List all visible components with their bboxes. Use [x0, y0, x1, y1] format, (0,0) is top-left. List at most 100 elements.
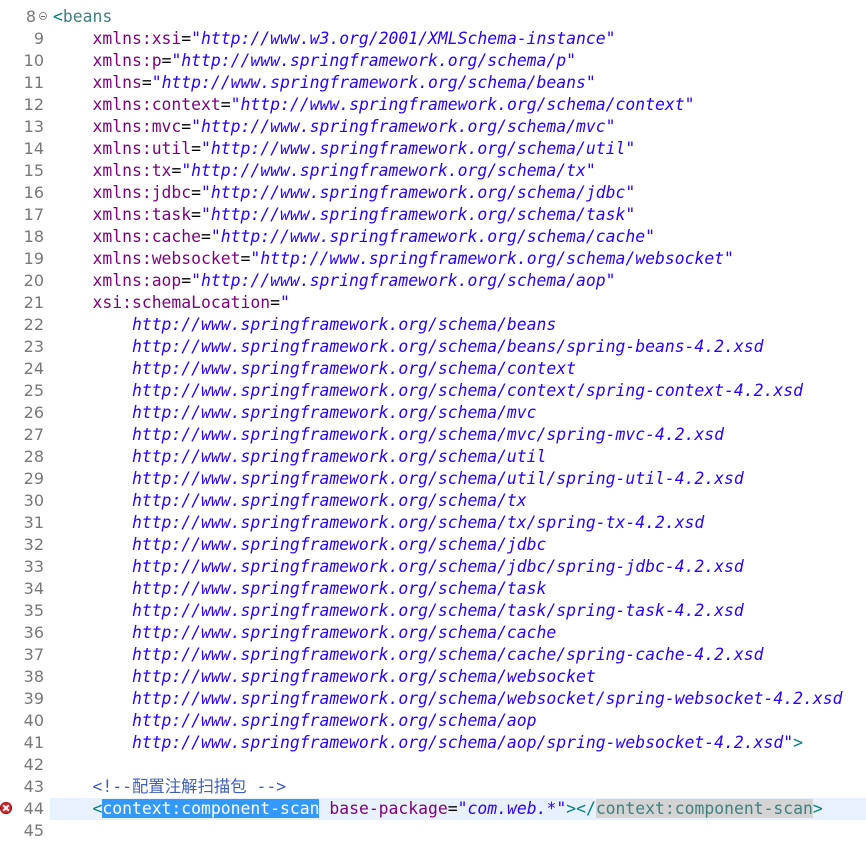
token-tag: beans: [62, 7, 113, 26]
token-value: http://www.springframework.org/schema/be…: [131, 337, 764, 356]
code-text[interactable]: http://www.springframework.org/schema/jd…: [53, 556, 744, 578]
code-text[interactable]: xmlns:p="http://www.springframework.org/…: [53, 50, 576, 72]
token-value: http://www.springframework.org/schema/ta…: [131, 579, 547, 598]
code-text[interactable]: http://www.springframework.org/schema/be…: [53, 314, 556, 336]
code-text[interactable]: xmlns:util="http://www.springframework.o…: [53, 138, 635, 160]
code-text[interactable]: http://www.springframework.org/schema/ca…: [53, 622, 556, 644]
code-text[interactable]: http://www.springframework.org/schema/co…: [53, 380, 803, 402]
code-line-21[interactable]: 21 xsi:schemaLocation=": [0, 292, 866, 314]
code-line-32[interactable]: 32 http://www.springframework.org/schema…: [0, 534, 866, 556]
fold-collapse-icon[interactable]: [39, 12, 47, 20]
code-line-9[interactable]: 9 xmlns:xsi="http://www.w3.org/2001/XMLS…: [0, 28, 866, 50]
code-line-17[interactable]: 17 xmlns:task="http://www.springframewor…: [0, 204, 866, 226]
error-icon[interactable]: [0, 802, 12, 814]
code-line-16[interactable]: 16 xmlns:jdbc="http://www.springframewor…: [0, 182, 866, 204]
token-attr: xmlns:aop: [92, 271, 182, 290]
code-text[interactable]: <!--配置注解扫描包 -->: [53, 776, 286, 798]
line-number: 39: [23, 689, 44, 708]
code-text[interactable]: xmlns:jdbc="http://www.springframework.o…: [53, 182, 635, 204]
code-text[interactable]: xmlns:tx="http://www.springframework.org…: [53, 160, 595, 182]
line-number: 26: [23, 403, 44, 422]
code-line-18[interactable]: 18 xmlns:cache="http://www.springframewo…: [0, 226, 866, 248]
code-line-28[interactable]: 28 http://www.springframework.org/schema…: [0, 446, 866, 468]
code-line-14[interactable]: 14 xmlns:util="http://www.springframewor…: [0, 138, 866, 160]
code-line-29[interactable]: 29 http://www.springframework.org/schema…: [0, 468, 866, 490]
code-text[interactable]: xmlns:mvc="http://www.springframework.or…: [53, 116, 615, 138]
code-text[interactable]: http://www.springframework.org/schema/mv…: [53, 402, 537, 424]
code-line-22[interactable]: 22 http://www.springframework.org/schema…: [0, 314, 866, 336]
code-text[interactable]: http://www.springframework.org/schema/we…: [53, 666, 596, 688]
line-number: 33: [23, 557, 44, 576]
code-text[interactable]: http://www.springframework.org/schema/tx…: [53, 512, 704, 534]
code-line-24[interactable]: 24 http://www.springframework.org/schema…: [0, 358, 866, 380]
code-line-44[interactable]: 44 <context:component-scan base-package=…: [0, 798, 866, 820]
line-number: 24: [23, 359, 44, 378]
code-text[interactable]: xmlns:cache="http://www.springframework.…: [53, 226, 655, 248]
code-line-38[interactable]: 38 http://www.springframework.org/schema…: [0, 666, 866, 688]
code-text[interactable]: http://www.springframework.org/schema/tx: [53, 490, 527, 512]
code-text[interactable]: http://www.springframework.org/schema/ut…: [53, 446, 546, 468]
line-number: 23: [23, 337, 44, 356]
code-text[interactable]: xmlns="http://www.springframework.org/sc…: [53, 72, 595, 94]
xml-code-editor[interactable]: 8 <beans 9 xmlns:xsi="http://www.w3.org/20…: [0, 0, 866, 840]
code-line-15[interactable]: 15 xmlns:tx="http://www.springframework.…: [0, 160, 866, 182]
code-text[interactable]: xmlns:xsi="http://www.w3.org/2001/XMLSch…: [53, 28, 615, 50]
code-line-39[interactable]: 39 http://www.springframework.org/schema…: [0, 688, 866, 710]
code-text[interactable]: http://www.springframework.org/schema/we…: [53, 688, 843, 710]
code-text[interactable]: <context:component-scan base-package="co…: [53, 798, 823, 820]
code-text[interactable]: http://www.springframework.org/schema/ta…: [53, 600, 744, 622]
token-value: ": [279, 293, 290, 312]
code-line-45[interactable]: 45: [0, 820, 866, 842]
code-line-35[interactable]: 35 http://www.springframework.org/schema…: [0, 600, 866, 622]
code-text[interactable]: http://www.springframework.org/schema/ca…: [53, 644, 764, 666]
line-number: 43: [23, 777, 44, 796]
code-text[interactable]: <beans: [53, 6, 112, 28]
code-line-37[interactable]: 37 http://www.springframework.org/schema…: [0, 644, 866, 666]
code-line-10[interactable]: 10 xmlns:p="http://www.springframework.o…: [0, 50, 866, 72]
code-line-33[interactable]: 33 http://www.springframework.org/schema…: [0, 556, 866, 578]
code-line-40[interactable]: 40 http://www.springframework.org/schema…: [0, 710, 866, 732]
code-line-12[interactable]: 12 xmlns:context="http://www.springframe…: [0, 94, 866, 116]
code-line-34[interactable]: 34 http://www.springframework.org/schema…: [0, 578, 866, 600]
code-line-8[interactable]: 8 <beans: [0, 6, 866, 28]
code-line-19[interactable]: 19 xmlns:websocket="http://www.springfra…: [0, 248, 866, 270]
code-text[interactable]: xmlns:context="http://www.springframewor…: [53, 94, 694, 116]
line-number: 37: [23, 645, 44, 664]
code-line-43[interactable]: 43 <!--配置注解扫描包 -->: [0, 776, 866, 798]
code-line-11[interactable]: 11 xmlns="http://www.springframework.org…: [0, 72, 866, 94]
code-text[interactable]: http://www.springframework.org/schema/be…: [53, 336, 764, 358]
code-line-27[interactable]: 27 http://www.springframework.org/schema…: [0, 424, 866, 446]
code-text[interactable]: http://www.springframework.org/schema/ao…: [53, 732, 803, 754]
code-text[interactable]: http://www.springframework.org/schema/jd…: [53, 534, 546, 556]
code-line-13[interactable]: 13 xmlns:mvc="http://www.springframework…: [0, 116, 866, 138]
code-text[interactable]: http://www.springframework.org/schema/ta…: [53, 578, 546, 600]
code-text[interactable]: http://www.springframework.org/schema/ao…: [53, 710, 537, 732]
code-line-25[interactable]: 25 http://www.springframework.org/schema…: [0, 380, 866, 402]
token-eq: =: [161, 51, 172, 70]
code-line-36[interactable]: 36 http://www.springframework.org/schema…: [0, 622, 866, 644]
code-text[interactable]: xmlns:task="http://www.springframework.o…: [53, 204, 635, 226]
code-text[interactable]: http://www.springframework.org/schema/co…: [53, 358, 576, 380]
code-line-42[interactable]: 42: [0, 754, 866, 776]
line-number: 29: [23, 469, 44, 488]
code-text[interactable]: http://www.springframework.org/schema/mv…: [53, 424, 724, 446]
code-line-31[interactable]: 31 http://www.springframework.org/schema…: [0, 512, 866, 534]
code-line-20[interactable]: 20 xmlns:aop="http://www.springframework…: [0, 270, 866, 292]
code-text[interactable]: xsi:schemaLocation=": [53, 292, 290, 314]
code-text[interactable]: xmlns:aop="http://www.springframework.or…: [53, 270, 615, 292]
token-value: http://www.springframework.org/schema/ao…: [131, 711, 537, 730]
line-number: 19: [23, 249, 44, 268]
code-text[interactable]: xmlns:websocket="http://www.springframew…: [53, 248, 733, 270]
code-line-41[interactable]: 41 http://www.springframework.org/schema…: [0, 732, 866, 754]
code-line-26[interactable]: 26 http://www.springframework.org/schema…: [0, 402, 866, 424]
code-line-23[interactable]: 23 http://www.springframework.org/schema…: [0, 336, 866, 358]
token-value: http://www.springframework.org/schema/we…: [131, 667, 596, 686]
code-line-30[interactable]: 30 http://www.springframework.org/schema…: [0, 490, 866, 512]
code-text[interactable]: http://www.springframework.org/schema/ut…: [53, 468, 744, 490]
